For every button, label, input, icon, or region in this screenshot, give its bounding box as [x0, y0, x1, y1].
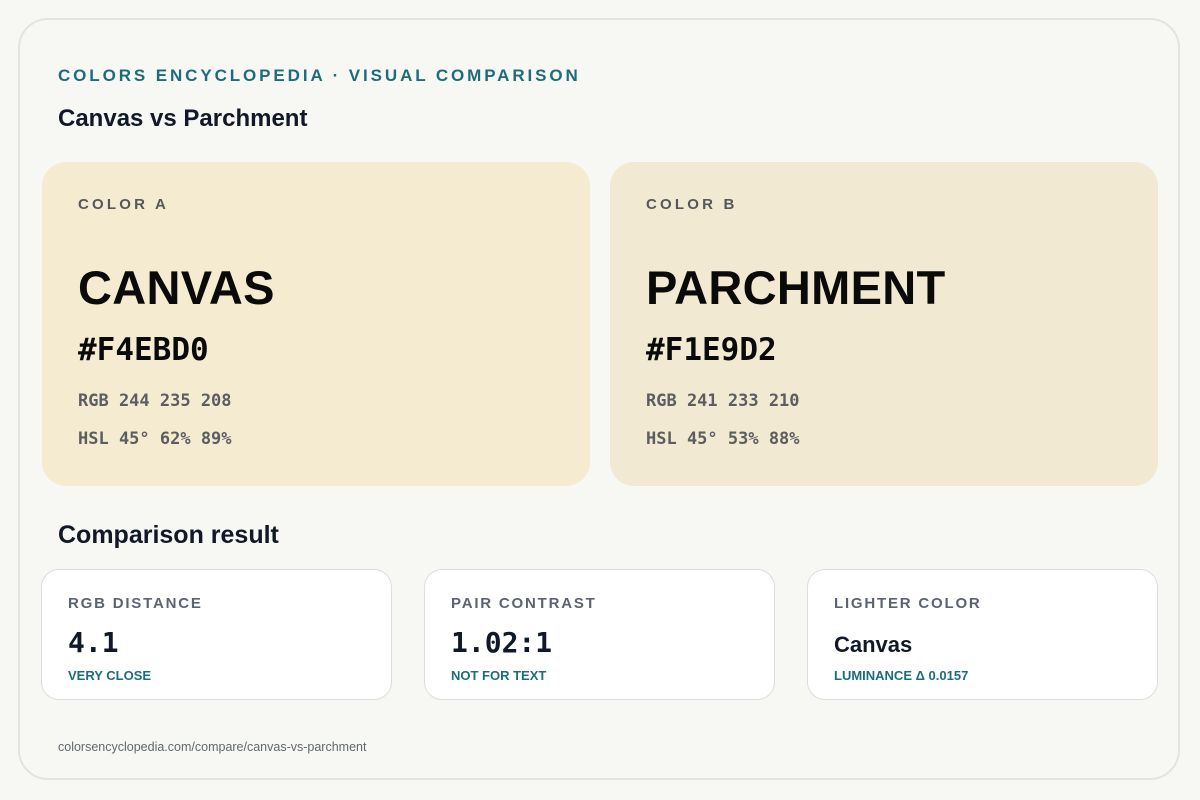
color-a-label: COLOR A: [78, 196, 170, 213]
metric-card-pair-contrast: PAIR CONTRAST 1.02:1 NOT FOR TEXT: [424, 569, 775, 700]
color-a-name: CANVAS: [78, 261, 275, 314]
color-b-swatch-card: COLOR B PARCHMENT #F1E9D2 RGB 241 233 21…: [610, 162, 1158, 486]
color-b-hsl: HSL 45° 53% 88%: [646, 429, 800, 449]
footer-url[interactable]: colorsencyclopedia.com/compare/canvas-vs…: [58, 740, 366, 754]
site-eyebrow: COLORS ENCYCLOPEDIA · VISUAL COMPARISON: [58, 66, 581, 85]
color-b-label: COLOR B: [646, 196, 738, 213]
color-a-hsl: HSL 45° 62% 89%: [78, 429, 232, 449]
metric-card-rgb-distance: RGB DISTANCE 4.1 VERY CLOSE: [41, 569, 392, 700]
metric-label: LIGHTER COLOR: [834, 595, 982, 612]
metric-value: 4.1: [68, 626, 119, 659]
metric-value: 1.02:1: [451, 626, 553, 659]
color-b-hex: #F1E9D2: [646, 332, 777, 368]
metric-value: Canvas: [834, 632, 913, 657]
color-a-rgb: RGB 244 235 208: [78, 391, 232, 411]
color-a-swatch-card: COLOR A CANVAS #F4EBD0 RGB 244 235 208 H…: [42, 162, 590, 486]
metric-note: VERY CLOSE: [68, 668, 152, 683]
comparison-section-title: Comparison result: [58, 521, 279, 549]
color-b-rgb: RGB 241 233 210: [646, 391, 800, 411]
color-b-name: PARCHMENT: [646, 261, 946, 314]
metric-card-lighter-color: LIGHTER COLOR Canvas LUMINANCE Δ 0.0157: [807, 569, 1158, 700]
page-title: Canvas vs Parchment: [58, 105, 308, 132]
metric-label: PAIR CONTRAST: [451, 595, 597, 612]
metric-label: RGB DISTANCE: [68, 595, 203, 612]
metric-note: LUMINANCE Δ 0.0157: [834, 668, 969, 683]
metric-note: NOT FOR TEXT: [451, 668, 547, 683]
color-a-hex: #F4EBD0: [78, 332, 209, 368]
